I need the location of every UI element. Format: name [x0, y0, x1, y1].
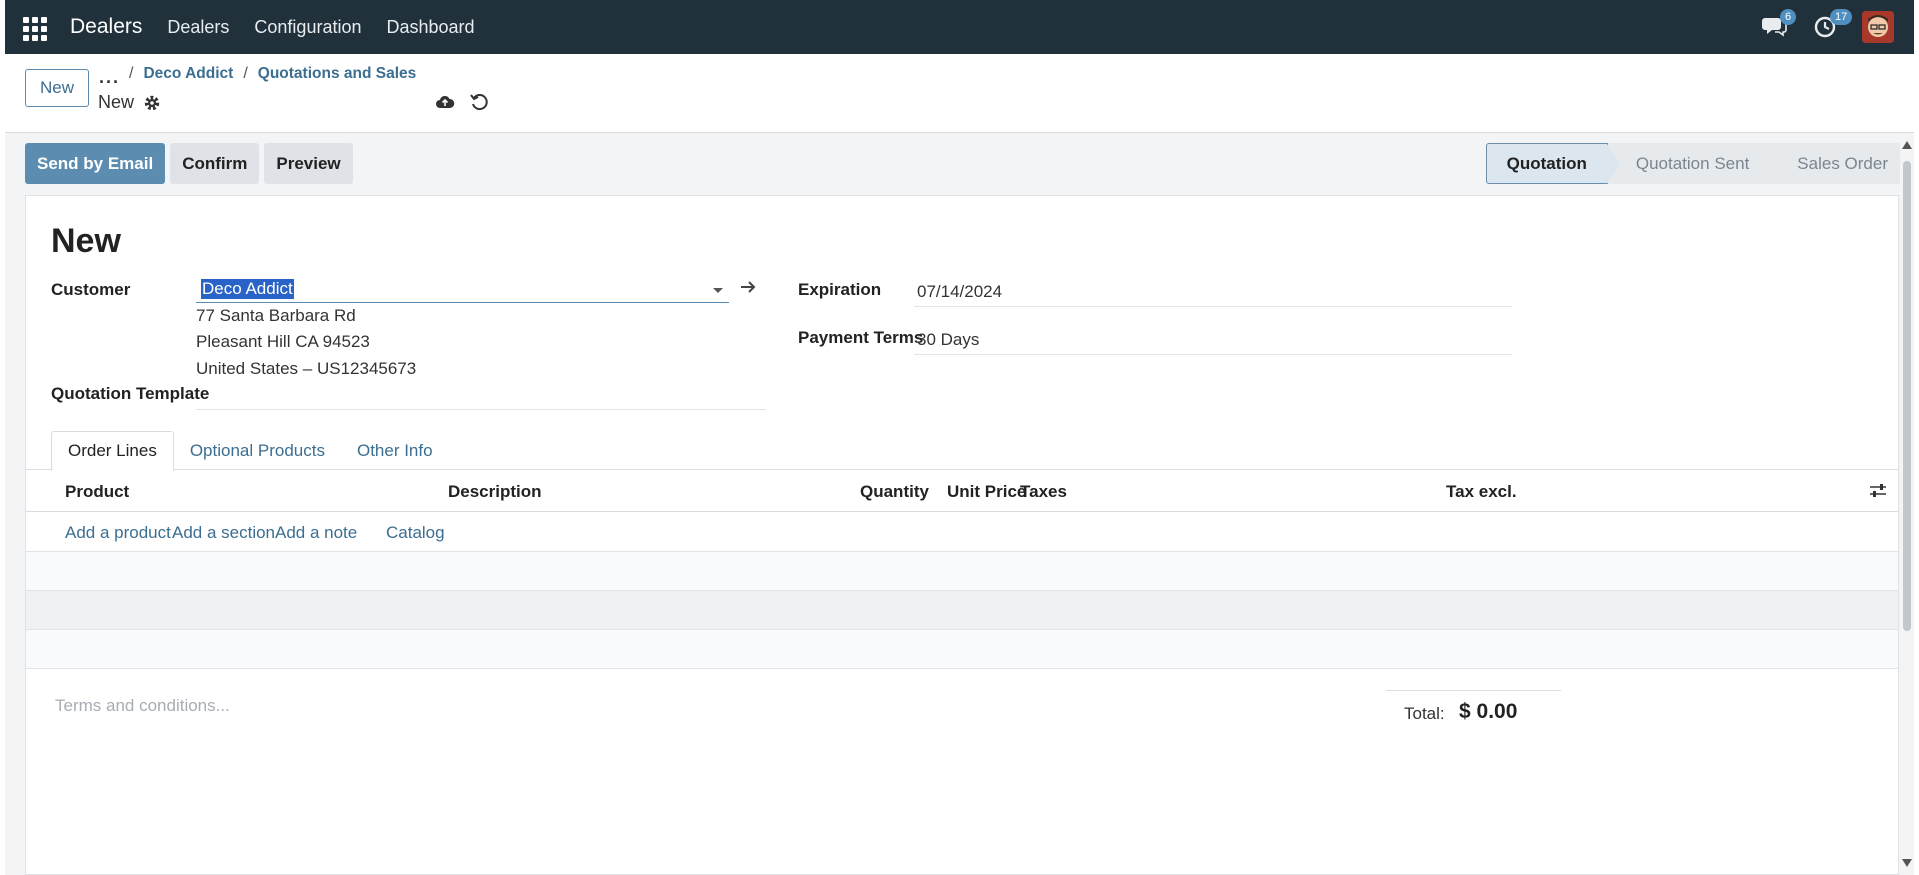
total-value: $ 0.00: [1459, 700, 1518, 723]
menu-configuration[interactable]: Configuration: [254, 17, 361, 38]
gear-icon[interactable]: [143, 94, 161, 112]
page-title: New: [51, 222, 121, 260]
optional-columns-icon[interactable]: [1868, 482, 1888, 500]
tab-other-info[interactable]: Other Info: [341, 431, 449, 471]
send-by-email-button[interactable]: Send by Email: [25, 143, 166, 184]
record-name: New: [98, 92, 135, 112]
add-section-link[interactable]: Add a section: [172, 523, 275, 543]
stage-label: Quotation Sent: [1635, 153, 1750, 173]
action-buttons: Send by Email Confirm Preview: [25, 143, 353, 184]
preview-button[interactable]: Preview: [264, 143, 353, 184]
expiration-label: Expiration: [798, 280, 882, 299]
status-bar: Quotation Quotation Sent Sales Order: [1485, 143, 1900, 184]
arrow-right-icon[interactable]: [739, 278, 757, 296]
expiration-value[interactable]: 07/14/2024: [917, 282, 1002, 302]
form-content: Send by Email Confirm Preview Quotation …: [5, 133, 1900, 875]
breadcrumb-quotations[interactable]: Quotations and Sales: [258, 65, 416, 83]
app-name[interactable]: Dealers: [70, 15, 142, 39]
breadcrumb-separator: /: [129, 65, 134, 82]
breadcrumb: / Deco Addict / Quotations and Sales: [129, 65, 416, 83]
scrollbar[interactable]: [1900, 133, 1914, 875]
confirm-button[interactable]: Confirm: [170, 143, 260, 184]
new-button[interactable]: New: [25, 69, 89, 107]
column-quantity[interactable]: Quantity: [860, 482, 929, 502]
table-row: [26, 552, 1898, 591]
column-description[interactable]: Description: [448, 482, 542, 502]
total-divider: [1386, 690, 1561, 691]
add-product-link[interactable]: Add a product: [65, 523, 171, 543]
column-unit-price[interactable]: Unit Price: [947, 482, 1026, 502]
top-navbar: Dealers Dealers Configuration Dashboard …: [5, 0, 1914, 54]
customer-field[interactable]: Deco Addict: [196, 276, 729, 303]
apps-grid-icon[interactable]: [23, 17, 47, 41]
catalog-link[interactable]: Catalog: [386, 523, 445, 543]
scroll-down-arrow[interactable]: [1902, 859, 1912, 867]
payment-terms-underline: [914, 354, 1512, 355]
notebook-tabs: Order Lines Optional Products Other Info: [51, 431, 449, 471]
stage-quotation[interactable]: Quotation: [1485, 143, 1619, 184]
table-row: [26, 630, 1898, 669]
menu-dealers[interactable]: Dealers: [167, 17, 229, 38]
breadcrumb-deco-addict[interactable]: Deco Addict: [143, 65, 233, 83]
messages-button[interactable]: 6: [1762, 9, 1797, 41]
add-line-row: Add a product Add a section Add a note C…: [26, 512, 1898, 552]
customer-label: Customer: [51, 280, 131, 299]
scroll-thumb[interactable]: [1903, 161, 1911, 631]
user-avatar[interactable]: [1862, 11, 1894, 43]
messages-badge: 6: [1780, 9, 1797, 25]
payment-terms-value[interactable]: 30 Days: [917, 330, 979, 350]
stage-sales-order[interactable]: Sales Order: [1769, 143, 1900, 184]
customer-value[interactable]: Deco Addict: [201, 279, 294, 299]
address-line-2: Pleasant Hill CA 94523: [196, 332, 370, 351]
activities-button[interactable]: 17: [1812, 9, 1853, 41]
stage-label: Sales Order: [1797, 153, 1888, 173]
column-product[interactable]: Product: [65, 482, 129, 502]
breadcrumb-separator: /: [243, 65, 248, 82]
terms-and-conditions-input[interactable]: Terms and conditions...: [55, 696, 230, 716]
quotation-template-input[interactable]: [196, 409, 766, 410]
order-lines-header: Product Description Quantity Unit Price …: [26, 470, 1898, 512]
add-note-link[interactable]: Add a note: [275, 523, 357, 543]
chevron-down-icon[interactable]: [713, 288, 723, 293]
scroll-up-arrow[interactable]: [1902, 141, 1912, 149]
menu-dashboard[interactable]: Dashboard: [386, 17, 474, 38]
stage-quotation-sent[interactable]: Quotation Sent: [1607, 143, 1782, 184]
column-taxes[interactable]: Taxes: [1020, 482, 1067, 502]
address-line-1: 77 Santa Barbara Rd: [196, 306, 356, 325]
discard-icon[interactable]: [469, 92, 489, 112]
stage-label: Quotation: [1506, 153, 1587, 173]
control-panel: New ··· / Deco Addict / Quotations and S…: [5, 54, 1914, 133]
total-label: Total:: [1404, 704, 1445, 723]
expiration-underline: [914, 306, 1512, 307]
table-row: [26, 591, 1898, 630]
payment-terms-label: Payment Terms: [798, 328, 924, 347]
address-line-3: United States – US12345673: [196, 359, 417, 378]
quotation-template-label: Quotation Template: [51, 384, 210, 403]
activities-badge: 17: [1830, 9, 1853, 25]
cloud-save-icon[interactable]: [435, 92, 455, 112]
form-sheet: New Customer Deco Addict 77 Santa Barbar…: [25, 195, 1899, 875]
tab-order-lines[interactable]: Order Lines: [51, 431, 174, 471]
tab-optional-products[interactable]: Optional Products: [174, 431, 341, 471]
more-actions-icon[interactable]: ···: [99, 72, 120, 93]
column-tax-excl[interactable]: Tax excl.: [1446, 482, 1517, 502]
